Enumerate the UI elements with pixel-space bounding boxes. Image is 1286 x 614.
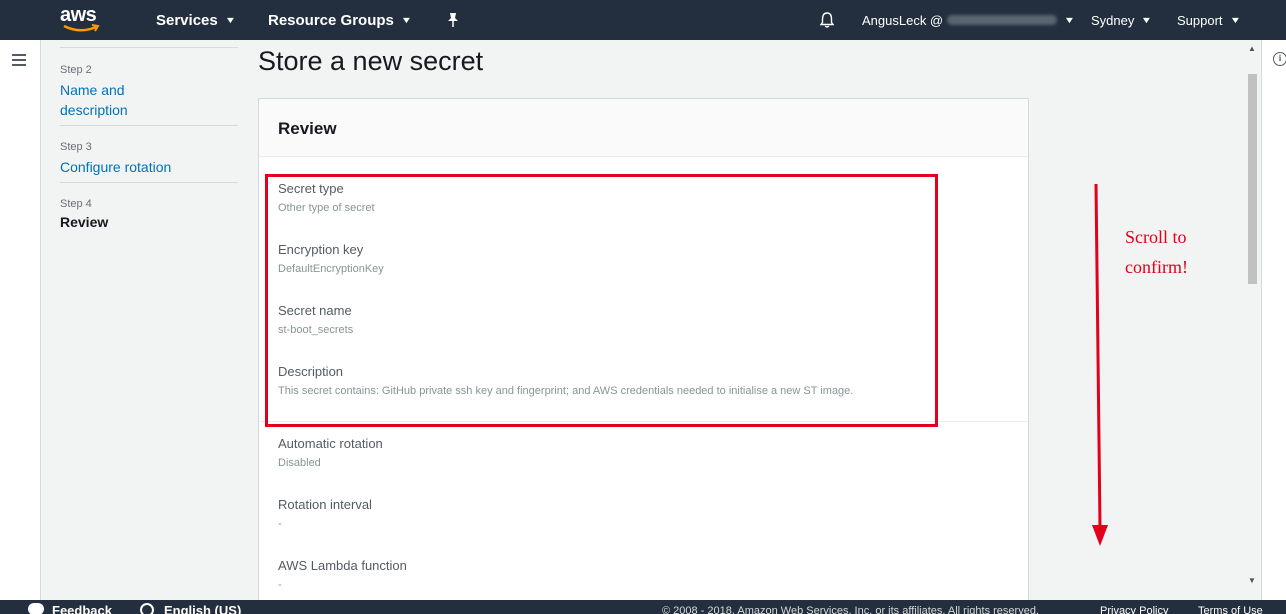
step-2: Step 2 Name and description — [60, 64, 238, 120]
services-label: Services — [156, 11, 218, 29]
support-label: Support — [1177, 12, 1223, 28]
step-number: Step 3 — [60, 141, 92, 153]
field-label: Rotation interval — [278, 497, 372, 512]
resource-groups-menu[interactable]: Resource Groups ▼ — [268, 0, 413, 40]
field-value: Disabled — [278, 457, 321, 469]
globe-icon — [140, 603, 154, 614]
services-menu[interactable]: Services ▼ — [156, 0, 236, 40]
page-scrollbar[interactable]: ▲ ▼ — [1244, 40, 1261, 590]
field-label: AWS Lambda function — [278, 558, 407, 573]
left-rail — [0, 40, 41, 600]
scroll-annotation: Scroll to confirm! — [1125, 222, 1188, 282]
step-4-current: Review — [60, 214, 109, 230]
footer: Feedback English (US) © 2008 - 2018, Ama… — [0, 600, 1286, 614]
field-rotation-interval: Rotation interval - — [278, 497, 372, 530]
privacy-policy-link[interactable]: Privacy Policy — [1100, 605, 1168, 614]
scroll-thumb[interactable] — [1248, 74, 1257, 284]
scroll-down-arrow-icon[interactable]: ▼ — [1248, 576, 1256, 585]
region-label: Sydney — [1091, 12, 1135, 28]
field-value: - — [278, 518, 282, 530]
review-panel-header: Review — [259, 99, 1028, 157]
chevron-down-icon: ▼ — [1229, 15, 1241, 25]
top-nav: aws Services ▼ Resource Groups ▼ AngusLe… — [0, 0, 1286, 40]
feedback-link[interactable]: Feedback — [28, 603, 112, 614]
step-divider — [60, 47, 238, 48]
chevron-down-icon: ▼ — [1141, 15, 1153, 25]
step-2-link[interactable]: Name and description — [60, 80, 150, 120]
account-label: AngusLeck @ — [862, 12, 944, 28]
step-number: Step 2 — [60, 64, 92, 76]
right-rail: i — [1261, 40, 1286, 600]
review-heading: Review — [278, 119, 337, 138]
field-label: Automatic rotation — [278, 436, 383, 451]
pin-icon[interactable] — [446, 0, 460, 40]
feedback-label: Feedback — [52, 603, 112, 614]
field-value: - — [278, 579, 282, 591]
account-menu[interactable]: AngusLeck @ ▼ — [862, 0, 1076, 40]
chevron-down-icon: ▼ — [1063, 15, 1076, 25]
down-arrow-icon — [1092, 183, 1108, 546]
info-icon[interactable]: i — [1273, 52, 1286, 66]
step-3: Step 3 Configure rotation — [60, 141, 238, 177]
chevron-down-icon: ▼ — [224, 15, 236, 25]
annotation-line-2: confirm! — [1125, 257, 1188, 277]
step-4: Step 4 Review — [60, 198, 238, 230]
terms-of-use-link[interactable]: Terms of Use — [1198, 605, 1263, 614]
bell-icon[interactable] — [818, 0, 836, 40]
step-divider — [60, 182, 238, 183]
copyright-text: © 2008 - 2018, Amazon Web Services, Inc.… — [662, 605, 1039, 614]
language-label: English (US) — [164, 603, 242, 614]
field-lambda-function: AWS Lambda function - — [278, 558, 407, 591]
bell-icon-svg — [819, 12, 835, 28]
pin-icon-svg — [448, 13, 458, 27]
step-3-link[interactable]: Configure rotation — [60, 157, 238, 177]
account-id-redacted — [947, 15, 1058, 25]
step-divider — [60, 125, 238, 126]
support-menu[interactable]: Support ▼ — [1177, 0, 1241, 40]
aws-logo[interactable]: aws — [60, 4, 104, 36]
field-automatic-rotation: Automatic rotation Disabled — [278, 436, 383, 469]
feedback-bubble-icon — [28, 603, 44, 614]
chevron-down-icon: ▼ — [400, 15, 413, 25]
hamburger-menu-icon[interactable] — [12, 54, 26, 66]
aws-smile-icon — [63, 24, 100, 32]
region-menu[interactable]: Sydney ▼ — [1091, 0, 1153, 40]
annotation-line-1: Scroll to — [1125, 227, 1187, 247]
step-number: Step 4 — [60, 198, 92, 210]
scroll-up-arrow-icon[interactable]: ▲ — [1248, 44, 1256, 53]
highlight-box — [265, 174, 938, 427]
page-title: Store a new secret — [258, 46, 484, 76]
language-selector[interactable]: English (US) — [140, 603, 241, 614]
resource-groups-label: Resource Groups — [268, 11, 394, 29]
